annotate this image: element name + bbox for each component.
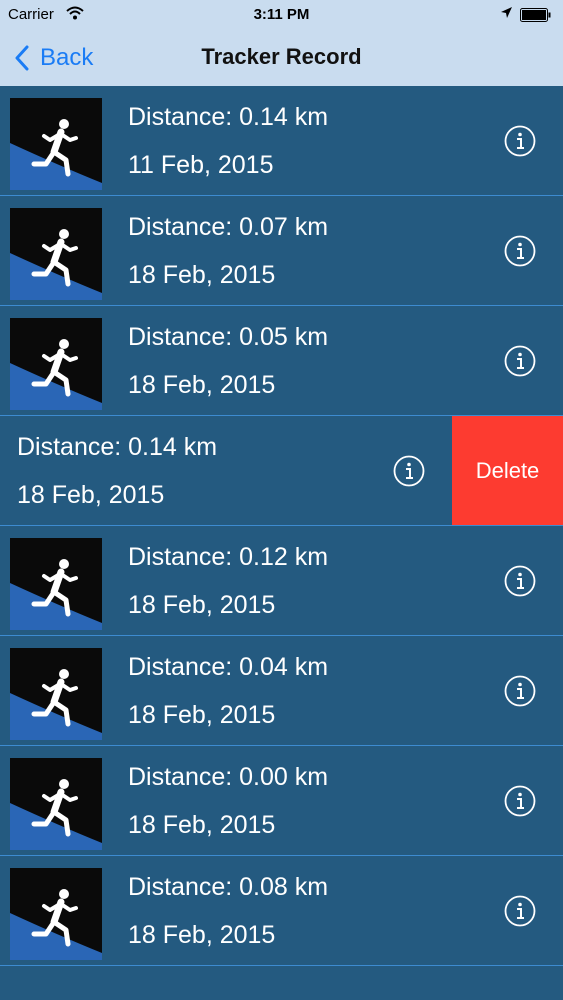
record-row[interactable]: Distance: 0.04 km 18 Feb, 2015: [0, 636, 563, 746]
record-row[interactable]: Distance: 0.07 km 18 Feb, 2015: [0, 196, 563, 306]
record-date: 18 Feb, 2015: [128, 371, 276, 399]
record-row[interactable]: Distance: 0.08 km 18 Feb, 2015: [0, 856, 563, 966]
record-distance: Distance: 0.14 km: [17, 433, 218, 461]
navigation-bar: Back Tracker Record: [0, 30, 563, 86]
record-distance: Distance: 0.00 km: [128, 763, 329, 791]
record-distance: Distance: 0.07 km: [128, 213, 329, 241]
record-date: 11 Feb, 2015: [128, 151, 274, 179]
info-icon[interactable]: [504, 125, 536, 157]
info-icon[interactable]: [504, 345, 536, 377]
info-icon[interactable]: [504, 235, 536, 267]
info-icon[interactable]: [504, 675, 536, 707]
record-date: 18 Feb, 2015: [128, 261, 276, 289]
delete-button[interactable]: Delete: [452, 416, 563, 525]
record-row[interactable]: Distance: 0.14 km 18 Feb, 2015 Delete: [0, 416, 563, 526]
record-row[interactable]: Distance: 0.12 km 18 Feb, 2015: [0, 526, 563, 636]
runner-icon: [10, 758, 102, 850]
battery-icon: [520, 8, 551, 22]
runner-icon: [10, 98, 102, 190]
record-date: 18 Feb, 2015: [17, 481, 165, 509]
record-date: 18 Feb, 2015: [128, 591, 276, 619]
tracker-record-list[interactable]: Distance: 0.14 km 11 Feb, 2015 Distance: …: [0, 86, 563, 1000]
info-icon[interactable]: [504, 565, 536, 597]
runner-icon: [10, 648, 102, 740]
page-title: Tracker Record: [201, 44, 362, 69]
info-icon[interactable]: [504, 895, 536, 927]
location-arrow-icon: [500, 6, 513, 23]
record-date: 18 Feb, 2015: [128, 921, 276, 949]
runner-icon: [10, 868, 102, 960]
info-icon[interactable]: [504, 785, 536, 817]
runner-icon: [10, 208, 102, 300]
runner-icon: [10, 538, 102, 630]
record-date: 18 Feb, 2015: [128, 811, 276, 839]
clock-time: 3:11 PM: [253, 6, 310, 23]
record-distance: Distance: 0.08 km: [128, 873, 329, 901]
record-row[interactable]: Distance: 0.14 km 11 Feb, 2015: [0, 86, 563, 196]
runner-icon: [10, 318, 102, 410]
info-icon[interactable]: [393, 455, 425, 487]
record-date: 18 Feb, 2015: [128, 701, 276, 729]
record-distance: Distance: 0.04 km: [128, 653, 329, 681]
status-bar: Carrier 3:11 PM: [0, 0, 563, 30]
record-row[interactable]: Distance: 0.05 km 18 Feb, 2015: [0, 306, 563, 416]
record-row[interactable]: Distance: 0.00 km 18 Feb, 2015: [0, 746, 563, 856]
record-distance: Distance: 0.12 km: [128, 543, 329, 571]
record-distance: Distance: 0.05 km: [128, 323, 329, 351]
record-distance: Distance: 0.14 km: [128, 103, 329, 131]
